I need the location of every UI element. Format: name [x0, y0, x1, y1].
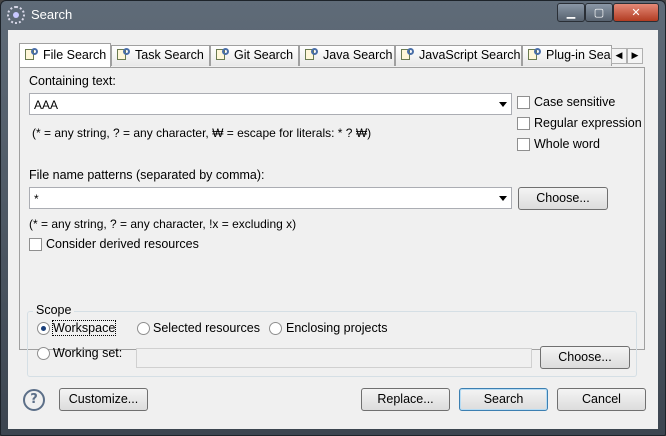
tab-javascript-search[interactable]: JavaScript Search [395, 45, 522, 66]
file-search-icon [24, 48, 39, 61]
working-set-choose-button[interactable]: Choose... [540, 346, 630, 369]
search-button[interactable]: Search [459, 388, 548, 411]
eclipse-icon [7, 6, 25, 24]
selected-resources-radio[interactable] [137, 322, 150, 335]
enclosing-projects-label[interactable]: Enclosing projects [286, 321, 387, 335]
file-patterns-label: File name patterns (separated by comma): [29, 168, 265, 182]
chevron-down-icon[interactable] [499, 196, 507, 201]
file-patterns-value: * [34, 192, 39, 206]
selected-resources-label[interactable]: Selected resources [153, 321, 260, 335]
scope-group: Scope Workspace Selected resources Enclo… [27, 303, 637, 377]
file-patterns-input[interactable]: * [29, 187, 512, 209]
tab-label: Git Search [234, 48, 294, 62]
tab-task-search[interactable]: Task Search [111, 45, 210, 66]
tab-scroll-left-icon[interactable]: ◀ [611, 48, 627, 64]
case-sensitive-checkbox[interactable] [517, 96, 530, 109]
containing-text-value: AAA [34, 98, 59, 112]
working-set-label[interactable]: Working set: [53, 346, 122, 360]
window-title: Search [31, 7, 73, 22]
tab-scroll-right-icon[interactable]: ▶ [627, 48, 643, 64]
enclosing-projects-radio[interactable] [269, 322, 282, 335]
derived-resources-label[interactable]: Consider derived resources [46, 237, 199, 251]
file-patterns-choose-button[interactable]: Choose... [518, 187, 608, 210]
tab-label: Plug-in Sea [546, 48, 611, 62]
case-sensitive-label[interactable]: Case sensitive [534, 95, 615, 109]
workspace-radio[interactable] [37, 322, 50, 335]
maximize-button[interactable]: ▢ [585, 3, 613, 22]
search-dialog: Search ▁ ▢ ✕ File Search Task Search Git… [0, 0, 666, 436]
tab-java-search[interactable]: Java Search [299, 45, 395, 66]
dialog-body: File Search Task Search Git Search Java … [8, 30, 658, 429]
close-button[interactable]: ✕ [613, 3, 659, 22]
tab-label: Java Search [323, 48, 393, 62]
derived-resources-checkbox[interactable] [29, 238, 42, 251]
cancel-button[interactable]: Cancel [557, 388, 646, 411]
whole-word-label[interactable]: Whole word [534, 137, 600, 151]
file-patterns-hint: (* = any string, ? = any character, !x =… [29, 217, 297, 231]
chevron-down-icon[interactable] [499, 102, 507, 107]
tab-file-search[interactable]: File Search [19, 43, 111, 67]
regex-checkbox[interactable] [517, 117, 530, 130]
file-search-panel: Containing text: AAA (* = any string, ? … [19, 67, 645, 377]
help-icon[interactable]: ? [23, 389, 45, 411]
task-search-icon [116, 48, 131, 61]
scope-title: Scope [33, 303, 75, 317]
working-set-field [136, 348, 532, 368]
tab-label: File Search [43, 48, 107, 62]
regex-label[interactable]: Regular expression [534, 116, 642, 130]
tab-label: Task Search [135, 48, 204, 62]
containing-text-input[interactable]: AAA [29, 93, 512, 115]
containing-text-label: Containing text: [29, 74, 116, 88]
tab-plugin-search[interactable]: Plug-in Sea [522, 45, 612, 66]
customize-button[interactable]: Customize... [59, 388, 148, 411]
whole-word-checkbox[interactable] [517, 138, 530, 151]
tab-git-search[interactable]: Git Search [210, 45, 299, 66]
workspace-label[interactable]: Workspace [51, 320, 117, 336]
minimize-button[interactable]: ▁ [557, 3, 585, 22]
title-bar[interactable]: Search ▁ ▢ ✕ [1, 1, 665, 29]
replace-button[interactable]: Replace... [361, 388, 450, 411]
tab-label: JavaScript Search [419, 48, 521, 62]
git-search-icon [215, 48, 230, 61]
working-set-radio[interactable] [37, 347, 50, 360]
plugin-search-icon [527, 48, 542, 61]
containing-text-hint: (* = any string, ? = any character, ₩ = … [32, 126, 372, 140]
javascript-search-icon [400, 48, 415, 61]
java-search-icon [304, 48, 319, 61]
tab-scroll-arrows: ◀ ▶ [611, 47, 643, 64]
